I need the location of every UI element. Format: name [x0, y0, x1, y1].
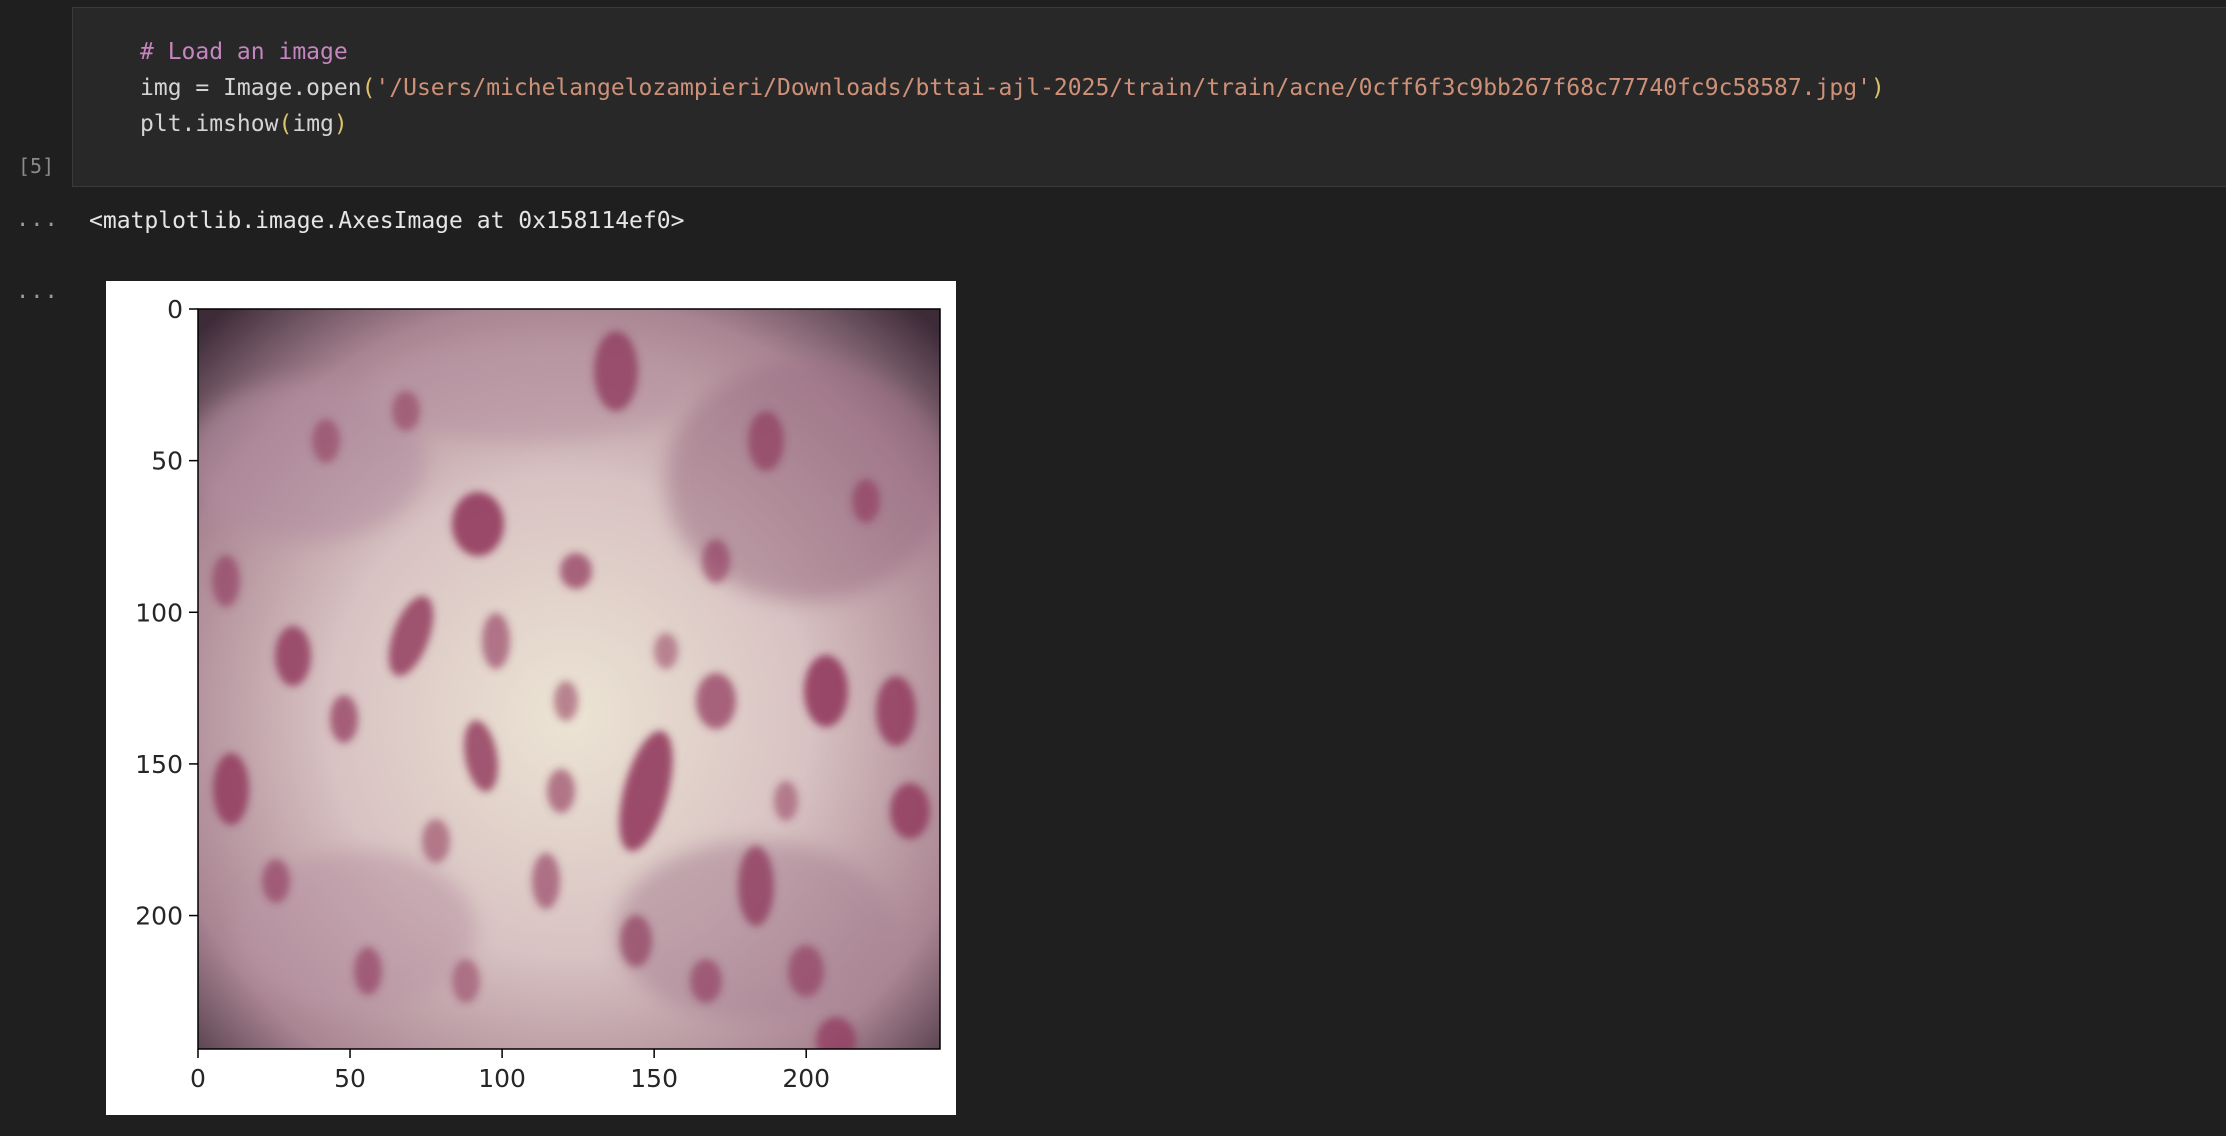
- code-line-imshow: plt.imshow(img): [140, 111, 348, 137]
- y-tick-label: 100: [135, 598, 183, 627]
- code-line-open: img = Image.open('/Users/michelangelozam…: [140, 75, 1885, 101]
- x-tick-label: 100: [478, 1064, 526, 1093]
- y-tick-label: 0: [167, 295, 183, 324]
- matplotlib-figure: 0 50 100 150 200 0 50 100 150 200: [106, 281, 956, 1115]
- execution-count: [5]: [18, 154, 55, 178]
- skin-image: [198, 309, 940, 1049]
- x-tick-label: 50: [334, 1064, 366, 1093]
- output-repr-text: <matplotlib.image.AxesImage at 0x158114e…: [89, 208, 685, 234]
- y-tick-label: 50: [151, 447, 183, 476]
- x-tick-label: 200: [782, 1064, 830, 1093]
- x-tick-label: 0: [190, 1064, 206, 1093]
- code-editor[interactable]: # Load an image img = Image.open('/Users…: [140, 34, 1885, 142]
- output-more-icon[interactable]: ...: [16, 207, 59, 232]
- code-comment: # Load an image: [140, 39, 348, 65]
- y-tick-label: 200: [135, 902, 183, 931]
- code-cell[interactable]: # Load an image img = Image.open('/Users…: [72, 7, 2226, 187]
- y-tick-label: 150: [135, 750, 183, 779]
- figure-more-icon[interactable]: ...: [16, 279, 59, 304]
- figure-svg: 0 50 100 150 200 0 50 100 150 200: [135, 295, 941, 1093]
- x-tick-label: 150: [630, 1064, 678, 1093]
